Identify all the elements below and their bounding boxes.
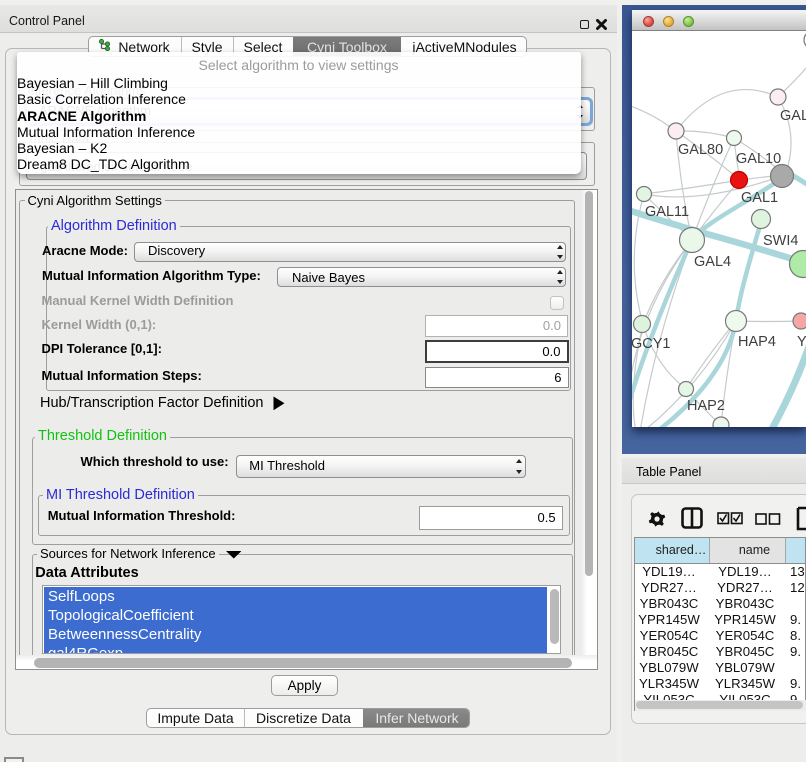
svg-text:GCY1: GCY1 (632, 336, 671, 352)
svg-text:Y: Y (797, 334, 806, 350)
svg-text:GAL80: GAL80 (678, 142, 723, 158)
svg-text:SWI4: SWI4 (763, 233, 798, 249)
svg-text:HAP4: HAP4 (738, 334, 776, 350)
svg-text:GAL10: GAL10 (736, 151, 781, 167)
svg-text:GAL4: GAL4 (694, 254, 731, 270)
svg-text:GAL1: GAL1 (741, 190, 778, 206)
svg-text:GAL7: GAL7 (780, 108, 806, 124)
svg-text:GAL11: GAL11 (645, 204, 689, 220)
svg-text:HAP2: HAP2 (687, 398, 725, 414)
